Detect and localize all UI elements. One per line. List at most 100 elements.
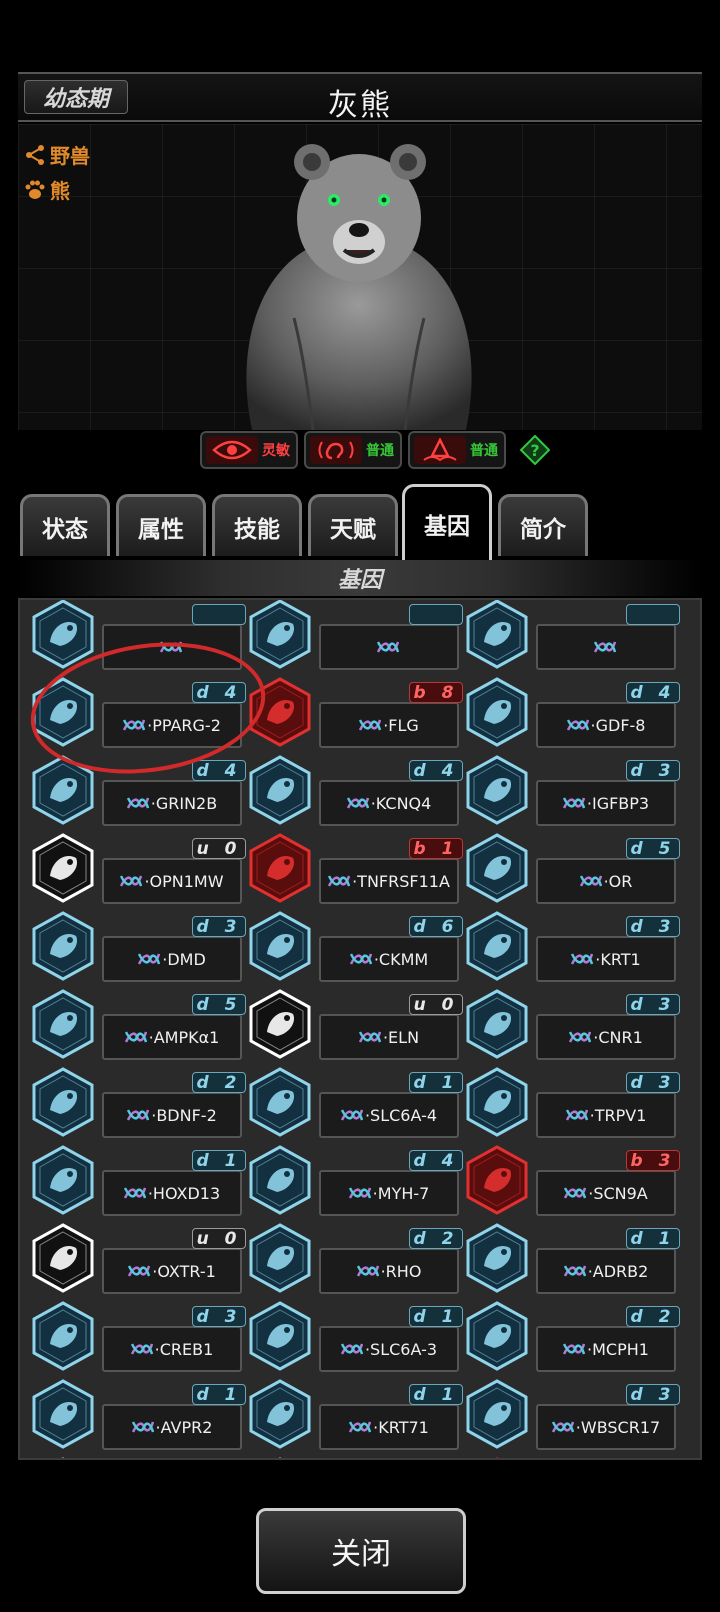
gene-card[interactable]: ·AMPKα1 d 5 <box>22 974 246 1060</box>
heart-beast-icon <box>466 1067 528 1137</box>
gene-card[interactable]: ·DMD d 3 <box>22 896 246 982</box>
tab-intro[interactable]: 简介 <box>498 494 588 556</box>
class-tag-label: 熊 <box>50 179 70 203</box>
gene-card[interactable]: ·AVPR2 d 1 <box>22 1364 246 1450</box>
gene-card[interactable]: ·RHO d 2 <box>239 1208 463 1294</box>
gene-card[interactable]: ·HOXD13 d 1 <box>22 1130 246 1216</box>
gene-card[interactable]: ·OPN1MW u 0 <box>22 818 246 904</box>
gene-level-badge <box>626 604 680 625</box>
gene-card[interactable]: ·ELN u 0 <box>239 974 463 1060</box>
eye-icon <box>206 436 258 464</box>
muscle-arm-icon <box>466 677 528 747</box>
cat-icon <box>30 1300 96 1372</box>
gene-card[interactable]: ·BDNF-2 d 2 <box>22 1052 246 1138</box>
tab-status[interactable]: 状态 <box>20 494 110 556</box>
shield-icon <box>464 1456 530 1458</box>
gene-row: ·KRT31d 1·PPARGC1Ad 3·CSF1Rb 1 <box>20 1442 700 1458</box>
gene-name: ·KRT71 <box>373 1417 429 1437</box>
eye-icon <box>247 1222 313 1294</box>
sense-smell-label: 普通 <box>470 443 498 459</box>
sense-sight[interactable]: 灵敏 <box>200 431 298 469</box>
ram-icon <box>30 832 96 904</box>
gene-card[interactable]: ·MYH-7 d 4 <box>239 1130 463 1216</box>
gene-card[interactable]: ·KCNQ4 d 4 <box>239 740 463 826</box>
gene-level-badge: d 3 <box>192 1306 246 1327</box>
gene-card[interactable]: ·TRPV1 d 3 <box>456 1052 680 1138</box>
gene-name: ·SLC6A-4 <box>364 1105 438 1125</box>
meat-icon <box>464 1222 530 1294</box>
dog-icon <box>466 755 528 825</box>
gene-card[interactable]: ·PPARGC1Ad 3 <box>239 1442 463 1458</box>
gene-name: ·AMPKα1 <box>148 1027 220 1047</box>
ear-icon <box>310 436 362 464</box>
cells-icon <box>247 1144 313 1216</box>
cat-icon <box>32 1301 94 1371</box>
gene-name: ·RHO <box>380 1261 422 1281</box>
gene-card[interactable]: ·CREB1 d 3 <box>22 1286 246 1372</box>
gene-card[interactable]: ·MCPH1 d 2 <box>456 1286 680 1372</box>
gene-row: ·AVPR2 d 1 ·KRT71 d 1 ·WBSCR17 d 3 <box>20 1364 700 1450</box>
gene-level-badge: d 2 <box>409 1228 463 1249</box>
help-icon[interactable]: ? <box>520 435 550 465</box>
gene-card[interactable]: ·KRT71 d 1 <box>239 1364 463 1450</box>
dna-icon <box>569 1031 592 1043</box>
close-button[interactable]: 关闭 <box>256 1508 466 1594</box>
gene-card[interactable]: ·SCN9A b 3 <box>456 1130 680 1216</box>
gene-name: ·GDF-8 <box>590 715 646 735</box>
brain-icon <box>249 1067 311 1137</box>
gene-card[interactable] <box>239 600 463 670</box>
gene-level-badge: u 0 <box>192 838 246 859</box>
dna-icon <box>566 719 589 731</box>
gene-card[interactable]: ·OXTR-1 u 0 <box>22 1208 246 1294</box>
gene-name: ·CREB1 <box>154 1339 214 1359</box>
gene-card[interactable]: ·WBSCR17 d 3 <box>456 1364 680 1450</box>
gene-card[interactable]: ·IGFBP3 d 3 <box>456 740 680 826</box>
gene-card[interactable]: ·SLC6A-4 d 1 <box>239 1052 463 1138</box>
dna-icon <box>359 719 382 731</box>
shatter-icon <box>249 1301 311 1371</box>
gene-level-badge: d 2 <box>192 1072 246 1093</box>
gene-name: ·SLC6A-3 <box>364 1339 438 1359</box>
gene-card[interactable]: ·CSF1Rb 1 <box>456 1442 680 1458</box>
gene-card[interactable]: ·OR d 5 <box>456 818 680 904</box>
gene-row: ·AMPKα1 d 5 ·ELN u 0 ·CNR1 d 3 <box>20 974 700 1060</box>
tab-bar: 状态 属性 技能 天赋 基因 简介 <box>18 476 702 560</box>
gene-card[interactable]: ·CNR1 d 3 <box>456 974 680 1060</box>
gene-name: ·AVPR2 <box>155 1417 213 1437</box>
gene-name: ·ADRB2 <box>587 1261 649 1281</box>
tab-talents[interactable]: 天赋 <box>308 494 398 556</box>
muscle-arm-icon <box>32 911 94 981</box>
sense-smell[interactable]: 普通 <box>408 431 506 469</box>
section-title: 基因 <box>337 568 382 593</box>
bone-icon <box>247 988 313 1060</box>
dna-icon <box>564 1187 587 1199</box>
cells-icon <box>249 911 311 981</box>
gene-card[interactable]: ·TNFRSF11A b 1 <box>239 818 463 904</box>
cells-icon <box>247 910 313 982</box>
dna-icon <box>120 875 143 887</box>
tab-attributes[interactable]: 属性 <box>116 494 206 556</box>
gene-card[interactable] <box>456 600 680 670</box>
dna-icon <box>349 953 372 965</box>
tab-skills[interactable]: 技能 <box>212 494 302 556</box>
dna-icon <box>126 797 149 809</box>
gene-icon <box>247 600 313 670</box>
gene-row: ·CREB1 d 3 ·SLC6A-3 d 1 ·MCPH1 d 2 <box>20 1286 700 1372</box>
metabolism-icon <box>30 988 96 1060</box>
ram-icon <box>464 988 530 1060</box>
smell-icon <box>464 832 530 904</box>
class-tag-bear[interactable]: 熊 <box>24 175 90 204</box>
sense-hearing[interactable]: 普通 <box>304 431 402 469</box>
gene-card[interactable]: ·FLG b 8 <box>239 662 463 748</box>
gene-card[interactable]: ·SLC6A-3 d 1 <box>239 1286 463 1372</box>
class-tag-beast[interactable]: 野兽 <box>24 140 90 169</box>
gene-card[interactable]: ·ADRB2 d 1 <box>456 1208 680 1294</box>
dna-icon <box>563 1265 586 1277</box>
tab-genes[interactable]: 基因 <box>402 484 492 560</box>
gene-card[interactable]: ·CKMM d 6 <box>239 896 463 982</box>
gene-card[interactable]: ·KRT31d 1 <box>22 1442 246 1458</box>
dna-icon <box>127 1109 150 1121</box>
cat-icon <box>464 1378 530 1450</box>
gene-card[interactable]: ·GDF-8 d 4 <box>456 662 680 748</box>
gene-card[interactable]: ·KRT1 d 3 <box>456 896 680 982</box>
